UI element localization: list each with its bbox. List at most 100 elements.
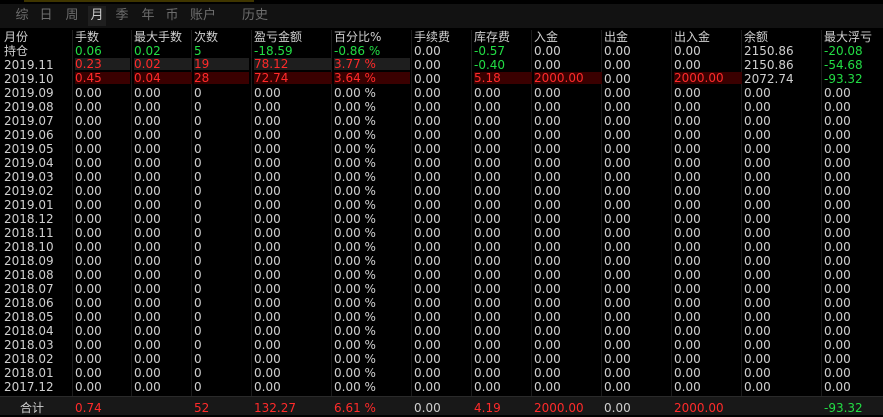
- cell-count: 0: [194, 226, 202, 240]
- table-row[interactable]: 2017.12 0.00 0.00 0 0.00 0.00 % 0.00 0.00 0.00 0.…: [0, 380, 883, 394]
- cell-net-deposit: 0.00: [674, 44, 701, 58]
- table-row[interactable]: 2018.09 0.00 0.00 0 0.00 0.00 % 0.00 0.00 0.00 0.…: [0, 254, 883, 268]
- table-row[interactable]: 2018.12 0.00 0.00 0 0.00 0.00 % 0.00 0.00 0.00 0.…: [0, 212, 883, 226]
- table-row[interactable]: 2018.08 0.00 0.00 0 0.00 0.00 % 0.00 0.00 0.00 0.…: [0, 268, 883, 282]
- cell-max-drawdown: 0.00: [824, 380, 851, 394]
- tab-0[interactable]: 综: [12, 6, 32, 26]
- table-row[interactable]: 2018.02 0.00 0.00 0 0.00 0.00 % 0.00 0.00 0.00 0.…: [0, 352, 883, 366]
- cell-max-drawdown: 0.00: [824, 86, 851, 100]
- header-swap[interactable]: 库存费: [474, 30, 532, 44]
- tab-3[interactable]: 月: [88, 6, 106, 26]
- tab-2[interactable]: 周: [62, 6, 82, 26]
- cell-percent: 0.00 %: [334, 170, 376, 184]
- cell-pnl: 0.00: [254, 338, 281, 352]
- total-row: 合计 0.74 52 132.27 6.61 % 0.00 4.19 2000.00 0.00 2…: [0, 397, 883, 415]
- table-row[interactable]: 2018.04 0.00 0.00 0 0.00 0.00 % 0.00 0.00 0.00 0.…: [0, 324, 883, 338]
- cell-max-lots: 0.00: [134, 226, 161, 240]
- tab-4[interactable]: 季: [112, 6, 132, 26]
- cell-max-drawdown: 0.00: [824, 184, 851, 198]
- cell-swap: 0.00: [474, 254, 501, 268]
- table-row[interactable]: 2018.11 0.00 0.00 0 0.00 0.00 % 0.00 0.00 0.00 0.…: [0, 226, 883, 240]
- cell-withdraw: 0.00: [604, 380, 631, 394]
- cell-max-lots: 0.00: [134, 338, 161, 352]
- table-row[interactable]: 2019.01 0.00 0.00 0 0.00 0.00 % 0.00 0.00 0.00 0.…: [0, 198, 883, 212]
- cell-lots: 0.00: [75, 156, 102, 170]
- cell-fee: 0.00: [414, 100, 441, 114]
- cell-month: 2018.11: [4, 226, 54, 240]
- cell-percent: 0.00 %: [334, 114, 376, 128]
- header-withdraw[interactable]: 出金: [604, 30, 672, 44]
- tab-8[interactable]: 历史: [240, 6, 270, 26]
- table-row[interactable]: 2018.05 0.00 0.00 0 0.00 0.00 % 0.00 0.00 0.00 0.…: [0, 310, 883, 324]
- tab-6[interactable]: 币: [162, 6, 182, 26]
- cell-deposit: 0.00: [534, 240, 561, 254]
- cell-month: 2019.02: [4, 184, 54, 198]
- cell-lots: 0.00: [75, 184, 102, 198]
- cell-balance: 2072.74: [744, 72, 794, 86]
- cell-balance: 0.00: [744, 114, 771, 128]
- cell-max-lots: 0.00: [134, 296, 161, 310]
- cell-deposit: 0.00: [534, 86, 561, 100]
- table-row[interactable]: 2018.01 0.00 0.00 0 0.00 0.00 % 0.00 0.00 0.00 0.…: [0, 366, 883, 380]
- table-row[interactable]: 2018.10 0.00 0.00 0 0.00 0.00 % 0.00 0.00 0.00 0.…: [0, 240, 883, 254]
- header-balance[interactable]: 余额: [744, 30, 822, 44]
- cell-max-lots: 0.00: [134, 324, 161, 338]
- table-row[interactable]: 2019.09 0.00 0.00 0 0.00 0.00 % 0.00 0.00 0.00 0.…: [0, 86, 883, 100]
- header-count[interactable]: 次数: [194, 30, 249, 44]
- header-fee[interactable]: 手续费: [414, 30, 472, 44]
- table-row[interactable]: 2019.08 0.00 0.00 0 0.00 0.00 % 0.00 0.00 0.00 0.…: [0, 100, 883, 114]
- cell-deposit: 0.00: [534, 184, 561, 198]
- table-row[interactable]: 持仓 0.06 0.02 5 -18.59 -0.86 % 0.00 -0.57 0.00 0.0…: [0, 44, 883, 58]
- tab-1[interactable]: 日: [36, 6, 56, 26]
- header-deposit[interactable]: 入金: [534, 30, 602, 44]
- cell-deposit: 0.00: [534, 114, 561, 128]
- cell-balance: 2150.86: [744, 44, 794, 58]
- tab-5[interactable]: 年: [138, 6, 158, 26]
- cell-percent: 3.77 %: [334, 58, 410, 70]
- cell-percent: 0.00 %: [334, 254, 376, 268]
- table-row[interactable]: 2018.03 0.00 0.00 0 0.00 0.00 % 0.00 0.00 0.00 0.…: [0, 338, 883, 352]
- header-month[interactable]: 月份: [4, 30, 70, 44]
- table-row[interactable]: 2019.04 0.00 0.00 0 0.00 0.00 % 0.00 0.00 0.00 0.…: [0, 156, 883, 170]
- cell-percent: 0.00 %: [334, 366, 376, 380]
- table-row[interactable]: 2019.06 0.00 0.00 0 0.00 0.00 % 0.00 0.00 0.00 0.…: [0, 128, 883, 142]
- cell-deposit: 0.00: [534, 352, 561, 366]
- table-row[interactable]: 2019.05 0.00 0.00 0 0.00 0.00 % 0.00 0.00 0.00 0.…: [0, 142, 883, 156]
- cell-lots: 0.00: [75, 282, 102, 296]
- cell-withdraw: 0.00: [604, 170, 631, 184]
- table-row[interactable]: 2018.07 0.00 0.00 0 0.00 0.00 % 0.00 0.00 0.00 0.…: [0, 282, 883, 296]
- header-net-deposit[interactable]: 出入金: [674, 30, 742, 44]
- cell-max-drawdown: -54.68: [824, 58, 863, 72]
- cell-pnl: 0.00: [254, 198, 281, 212]
- header-percent[interactable]: 百分比%: [334, 30, 410, 44]
- table-row[interactable]: 2019.11 0.23 0.02 19 78.12 3.77 % 0.00 -0.40 0.0…: [0, 58, 883, 72]
- table-row[interactable]: 2019.07 0.00 0.00 0 0.00 0.00 % 0.00 0.00 0.00 0.…: [0, 114, 883, 128]
- cell-net-deposit: 0.00: [674, 338, 701, 352]
- cell-pnl: 0.00: [254, 366, 281, 380]
- cell-swap: 0.00: [474, 156, 501, 170]
- cell-swap: 0.00: [474, 86, 501, 100]
- table-row[interactable]: 2018.06 0.00 0.00 0 0.00 0.00 % 0.00 0.00 0.00 0.…: [0, 296, 883, 310]
- header-max-lots[interactable]: 最大手数: [134, 30, 192, 44]
- cell-percent: 0.00 %: [334, 128, 376, 142]
- cell-max-drawdown: 0.00: [824, 100, 851, 114]
- cell-lots: 0.00: [75, 324, 102, 338]
- header-max-drawdown[interactable]: 最大浮亏: [824, 30, 882, 44]
- total-count: 52: [194, 401, 210, 415]
- cell-lots: 0.00: [75, 254, 102, 268]
- header-pnl[interactable]: 盈亏金额: [254, 30, 332, 44]
- cell-month: 2018.09: [4, 254, 54, 268]
- table-row[interactable]: 2019.02 0.00 0.00 0 0.00 0.00 % 0.00 0.00 0.00 0.…: [0, 184, 883, 198]
- tab-7[interactable]: 账户: [188, 6, 218, 26]
- cell-max-drawdown: -20.08: [824, 44, 863, 58]
- cell-max-drawdown: 0.00: [824, 198, 851, 212]
- table-row[interactable]: 2019.10 0.45 0.04 28 72.74 3.64 % 0.00 5.18 2000…: [0, 72, 883, 86]
- cell-percent: 3.64 %: [334, 72, 410, 84]
- table-row[interactable]: 2019.03 0.00 0.00 0 0.00 0.00 % 0.00 0.00 0.00 0.…: [0, 170, 883, 184]
- cell-balance: 0.00: [744, 142, 771, 156]
- cell-balance: 0.00: [744, 282, 771, 296]
- header-lots[interactable]: 手数: [75, 30, 130, 44]
- cell-pnl: 0.00: [254, 100, 281, 114]
- cell-month: 2018.03: [4, 338, 54, 352]
- cell-swap: 0.00: [474, 128, 501, 142]
